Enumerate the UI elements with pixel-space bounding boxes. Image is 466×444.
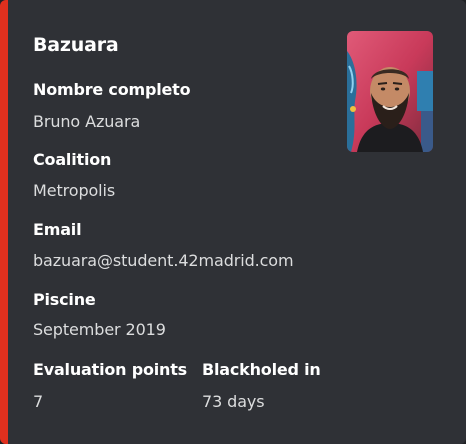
embed-accent-bar — [0, 0, 8, 444]
field-value-full-name: Bruno Azuara — [33, 112, 141, 131]
profile-thumbnail[interactable] — [347, 31, 433, 152]
field-value-blackholed-in: 73 days — [202, 392, 265, 411]
field-value-email[interactable]: bazuara@student.42madrid.com — [33, 251, 294, 270]
field-name-piscine: Piscine — [33, 290, 96, 309]
field-name-blackholed-in: Blackholed in — [202, 360, 321, 379]
field-name-email: Email — [33, 220, 82, 239]
embed-card: Bazuara Nombre completo Bruno Azuara Coa… — [0, 0, 466, 444]
field-name-full-name: Nombre completo — [33, 80, 191, 99]
field-name-coalition: Coalition — [33, 150, 112, 169]
profile-photo-icon — [347, 31, 433, 152]
field-value-coalition: Metropolis — [33, 181, 116, 200]
embed-author[interactable]: Bazuara — [33, 34, 119, 56]
field-value-piscine: September 2019 — [33, 320, 166, 339]
field-name-evaluation-points: Evaluation points — [33, 360, 188, 379]
field-value-evaluation-points: 7 — [33, 392, 44, 411]
